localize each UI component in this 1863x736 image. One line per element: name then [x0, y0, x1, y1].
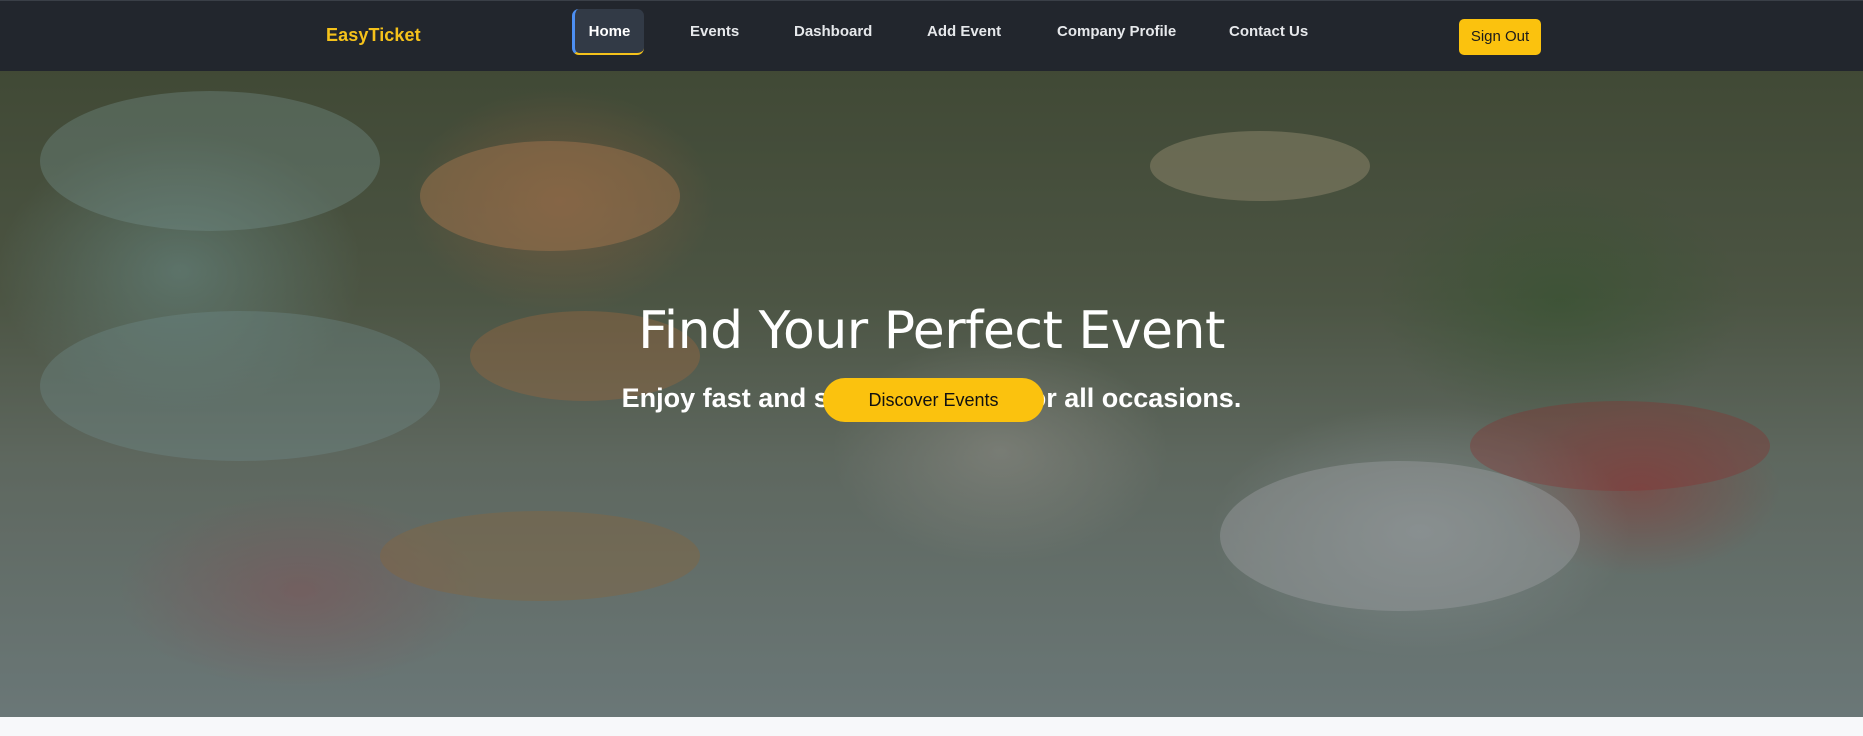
discover-events-button[interactable]: Discover Events [823, 378, 1044, 422]
nav-item-events[interactable]: Events [690, 9, 739, 55]
page: EasyTicket Home Events Dashboard Add Eve… [0, 0, 1863, 736]
nav-item-dashboard[interactable]: Dashboard [794, 9, 872, 55]
page-body-start [0, 717, 1863, 736]
nav-item-home[interactable]: Home [572, 9, 644, 55]
nav-item-contact-us[interactable]: Contact Us [1229, 9, 1308, 55]
nav-item-company-profile[interactable]: Company Profile [1057, 9, 1176, 55]
brand-logo[interactable]: EasyTicket [326, 25, 421, 46]
nav-item-add-event[interactable]: Add Event [927, 9, 1001, 55]
top-navbar: EasyTicket Home Events Dashboard Add Eve… [0, 0, 1863, 71]
sign-out-button[interactable]: Sign Out [1459, 19, 1541, 55]
hero-title: Find Your Perfect Event [638, 301, 1225, 361]
